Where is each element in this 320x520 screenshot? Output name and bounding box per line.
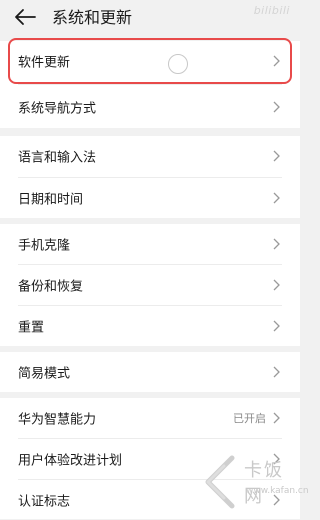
kafan-logo-icon	[205, 455, 235, 509]
list-item-huawei-ai[interactable]: 华为智慧能力 已开启	[0, 398, 300, 438]
list-item-date-time[interactable]: 日期和时间	[0, 178, 300, 218]
chevron-right-icon	[273, 192, 280, 204]
list-item-simple-mode[interactable]: 简易模式	[0, 352, 300, 392]
watermark-url: www.kafan.cn	[246, 486, 309, 496]
divider	[18, 84, 282, 85]
list-item-backup-restore[interactable]: 备份和恢复	[0, 265, 300, 305]
chevron-right-icon	[273, 366, 280, 378]
bilibili-watermark: bilibili	[253, 4, 290, 17]
watermark-text: 卡饭网	[244, 460, 284, 507]
list-item-label: 语言和输入法	[18, 150, 97, 166]
list-item-label: 系统导航方式	[18, 101, 97, 117]
chevron-right-icon	[273, 101, 280, 113]
chevron-right-icon	[273, 238, 280, 250]
touch-indicator-icon	[168, 54, 188, 74]
list-item-label: 日期和时间	[18, 192, 84, 208]
list-item-label: 认证标志	[18, 494, 71, 510]
list-item-navigation[interactable]: 系统导航方式	[0, 87, 300, 127]
list-item-label: 用户体验改进计划	[18, 453, 123, 469]
header-bar: 系统和更新 bilibili	[0, 0, 300, 36]
chevron-right-icon	[273, 412, 280, 424]
list-item-label: 重置	[18, 320, 45, 336]
list-item-label: 简易模式	[18, 366, 71, 382]
section-simple-mode: 简易模式	[0, 352, 300, 392]
highlight-box	[8, 38, 292, 84]
list-item-label: 华为智慧能力	[18, 412, 97, 428]
list-item-phone-clone[interactable]: 手机克隆	[0, 224, 300, 264]
kafan-watermark: 卡饭网 www.kafan.cn	[190, 448, 309, 519]
list-item-reset[interactable]: 重置	[0, 306, 300, 346]
back-arrow-icon[interactable]	[14, 8, 36, 26]
page-title: 系统和更新	[52, 8, 133, 27]
chevron-right-icon	[273, 150, 280, 162]
list-item-language[interactable]: 语言和输入法	[0, 136, 300, 176]
chevron-right-icon	[273, 320, 280, 332]
list-item-label: 手机克隆	[18, 238, 71, 254]
status-value: 已开启	[233, 412, 266, 425]
section-language-time: 语言和输入法 日期和时间	[0, 136, 300, 218]
chevron-right-icon	[273, 279, 280, 291]
section-backup: 手机克隆 备份和恢复 重置	[0, 224, 300, 346]
list-item-label: 备份和恢复	[18, 279, 84, 295]
